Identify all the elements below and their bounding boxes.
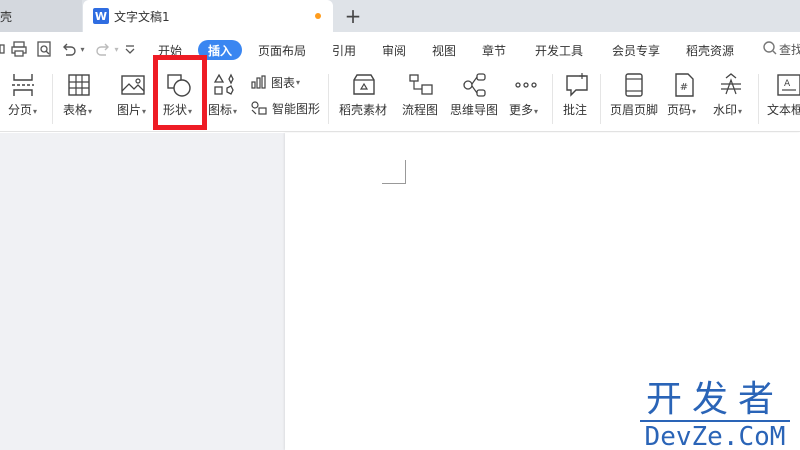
svg-text:#: #	[680, 82, 688, 93]
print-icon[interactable]	[10, 40, 28, 58]
watermark-cn-text: 开发者	[645, 379, 784, 420]
print-preview-icon[interactable]	[35, 40, 53, 58]
smart-art-button[interactable]: 智能图形	[250, 98, 320, 118]
page-break-button[interactable]: 分页▾	[0, 66, 50, 132]
ribbon-separator	[758, 74, 759, 124]
ribbon-separator	[552, 74, 553, 124]
textbox-icon: A	[776, 72, 800, 98]
tab-active-label: 文字文稿1	[114, 9, 170, 24]
table-icon	[66, 72, 92, 98]
icon-label: 图标▾	[208, 103, 238, 117]
document-icon: W	[93, 8, 109, 24]
flowchart-button[interactable]: 流程图	[398, 66, 444, 132]
menu-page-layout[interactable]: 页面布局	[258, 40, 306, 60]
icon-button[interactable]: 图标▾	[206, 66, 246, 132]
flowchart-label: 流程图	[402, 103, 439, 117]
menu-bar: ▾ ▾ 开始 插入 页面布局 引用 审阅 视图 章节 开发工具 会员专享 稻壳资…	[0, 32, 800, 66]
smart-art-icon	[251, 101, 267, 115]
page-break-label: 分页▾	[8, 103, 38, 117]
redo-icon[interactable]	[94, 40, 112, 58]
mindmap-label: 思维导图	[450, 103, 499, 117]
smart-art-label: 智能图形	[272, 101, 321, 116]
page-number-button[interactable]: # 页码▾	[664, 66, 706, 132]
tab-previous-label: 壳	[0, 9, 13, 24]
redo-dropdown-icon[interactable]: ▾	[112, 40, 120, 58]
site-watermark: 开发者 DevZe.CoM	[640, 380, 790, 450]
new-tab-button[interactable]: +	[340, 3, 366, 29]
header-footer-icon	[621, 72, 647, 98]
watermark-en-text: DevZe.CoM	[640, 420, 790, 450]
watermark-button[interactable]: 水印▾	[710, 66, 752, 132]
page-number-label: 页码▾	[667, 103, 697, 117]
picture-icon	[120, 72, 146, 98]
more-button[interactable]: 更多▾	[506, 66, 546, 132]
picture-button[interactable]: 图片▾	[114, 66, 154, 132]
menu-review[interactable]: 审阅	[382, 40, 406, 60]
picture-label: 图片▾	[117, 103, 147, 117]
undo-dropdown-icon[interactable]: ▾	[78, 40, 86, 58]
highlight-box-shape	[153, 55, 207, 130]
search-label[interactable]: 查找	[779, 41, 800, 58]
search-icon[interactable]	[762, 40, 778, 56]
page-margin-corner-mark	[382, 160, 406, 184]
table-button[interactable]: 表格▾	[58, 66, 104, 132]
tab-active-document[interactable]: W 文字文稿1	[83, 0, 333, 32]
more-icon	[513, 72, 539, 98]
chart-button[interactable]: 图表 ▾	[250, 72, 300, 92]
header-footer-button[interactable]: 页眉页脚	[606, 66, 662, 132]
comment-button[interactable]: 批注	[560, 66, 594, 132]
svg-text:A: A	[784, 79, 791, 89]
docer-material-button[interactable]: 稻壳素材	[336, 66, 392, 132]
table-label: 表格▾	[63, 103, 93, 117]
menu-partial-icon[interactable]	[0, 40, 6, 58]
menu-member[interactable]: 会员专享	[612, 40, 660, 60]
chart-label: 图表	[271, 75, 296, 90]
material-icon	[351, 72, 377, 98]
textbox-button[interactable]: A 文本框	[764, 66, 800, 132]
tab-bar: 壳 W 文字文稿1 +	[0, 0, 800, 32]
chart-icon	[251, 75, 266, 89]
textbox-label: 文本框	[767, 103, 800, 117]
ribbon-separator	[52, 74, 53, 124]
header-footer-label: 页眉页脚	[610, 103, 659, 117]
tab-previous[interactable]: 壳	[0, 0, 82, 32]
page-number-icon: #	[671, 72, 697, 98]
flowchart-icon	[408, 72, 434, 98]
watermark-icon	[718, 72, 744, 98]
customize-toolbar-icon[interactable]	[121, 40, 139, 58]
menu-view[interactable]: 视图	[432, 40, 456, 60]
unsaved-dot-icon	[315, 13, 321, 19]
icon-library-icon	[212, 72, 238, 98]
menu-docer[interactable]: 稻壳资源	[686, 40, 734, 60]
comment-icon	[564, 72, 590, 98]
menu-developer[interactable]: 开发工具	[535, 40, 583, 60]
ribbon-separator	[600, 74, 601, 124]
menu-references[interactable]: 引用	[332, 40, 356, 60]
ribbon-insert: 分页▾ 表格▾ 图片▾ 形状▾ 图标▾ 图表 ▾ 智能图形 稻壳素材 流程图 思…	[0, 66, 800, 132]
mindmap-icon	[461, 72, 487, 98]
page-break-icon	[10, 72, 36, 98]
ribbon-separator	[328, 74, 329, 124]
more-label: 更多▾	[509, 103, 539, 117]
watermark-label: 水印▾	[713, 103, 743, 117]
comment-label: 批注	[563, 103, 588, 117]
mindmap-button[interactable]: 思维导图	[446, 66, 502, 132]
undo-icon[interactable]	[60, 40, 78, 58]
menu-section[interactable]: 章节	[482, 40, 506, 60]
docer-material-label: 稻壳素材	[339, 103, 388, 117]
